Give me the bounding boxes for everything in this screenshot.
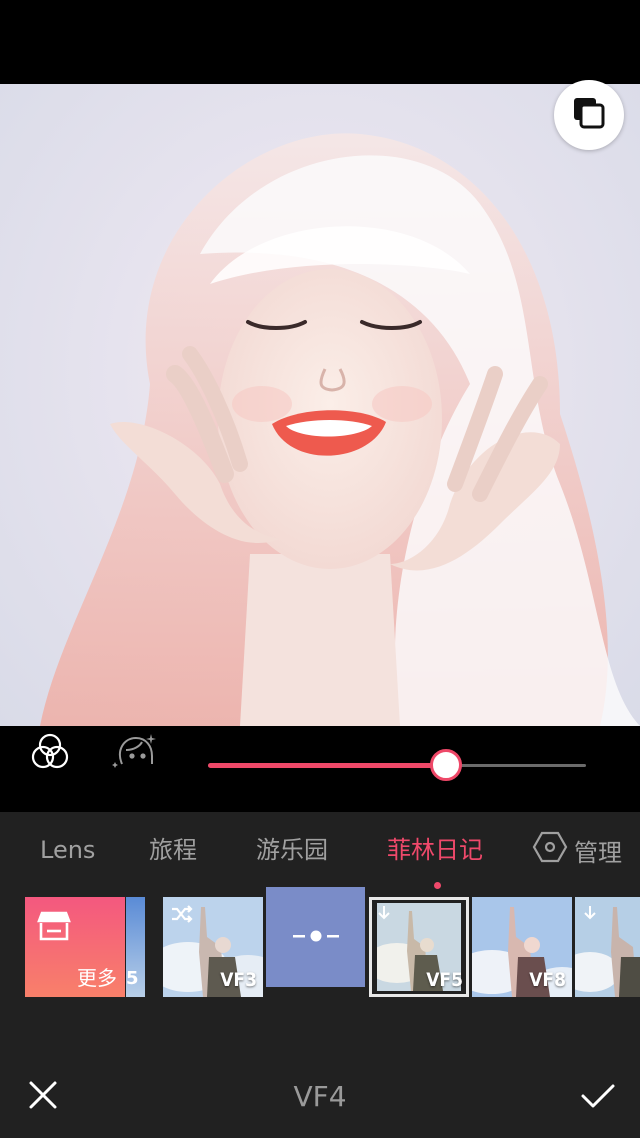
download-icon [377, 905, 391, 925]
photo-preview [0, 84, 640, 726]
check-icon [580, 1084, 616, 1114]
more-filters-label: 更多 [77, 966, 117, 990]
slider-thumb[interactable] [430, 749, 462, 781]
store-icon [37, 911, 71, 945]
filter-thumb-vf4-selected[interactable] [266, 887, 365, 987]
filter-thumb-vf3[interactable]: VF3 [163, 897, 263, 997]
filter-category-tabs: Lens 旅程 游乐园 菲林日记 管理 [0, 830, 640, 890]
filter-thumb-next[interactable] [575, 897, 640, 997]
filter-label: VF5 [426, 969, 463, 991]
confirm-button[interactable] [580, 1082, 616, 1114]
compare-layers-icon [571, 95, 607, 135]
filter-label: VF3 [220, 969, 257, 991]
download-icon [583, 905, 597, 925]
top-bar [0, 0, 640, 84]
slider-fill [208, 763, 446, 768]
filter-panel: Lens 旅程 游乐园 菲林日记 管理 更多 5 VF3 VF5 VF8 VF4 [0, 812, 640, 1138]
filter-thumb-vf5[interactable]: VF5 [369, 897, 469, 997]
current-filter-name: VF4 [293, 1080, 347, 1113]
more-filters-button[interactable]: 更多 [25, 897, 125, 997]
adjust-controls [0, 726, 640, 812]
filter-thumb-vf8[interactable]: VF8 [472, 897, 572, 997]
hexagon-settings-icon [532, 829, 568, 871]
shuffle-icon [171, 905, 193, 927]
intensity-slider[interactable] [208, 745, 586, 785]
tab-journey[interactable]: 旅程 [149, 830, 197, 870]
filter-strip[interactable]: 更多 5 VF3 VF5 VF8 [0, 887, 640, 1007]
bottom-action-bar: VF4 [0, 1064, 640, 1138]
filter-mode-button[interactable] [28, 730, 72, 778]
portrait-image [40, 133, 640, 726]
compare-button[interactable] [554, 80, 624, 150]
filter-circles-icon [28, 733, 72, 778]
manage-label: 管理 [574, 838, 622, 867]
tab-film-diary[interactable]: 菲林日记 [387, 830, 483, 870]
manage-button[interactable]: 管理 [532, 830, 622, 870]
face-beauty-icon [110, 734, 158, 780]
tab-amusement-park[interactable]: 游乐园 [256, 830, 328, 870]
partial-filter-thumb[interactable]: 5 [126, 897, 145, 997]
intensity-dots-icon [292, 928, 339, 947]
partial-filter-label: 5 [126, 968, 139, 989]
tab-lens[interactable]: Lens [40, 830, 95, 870]
filter-label: VF8 [529, 969, 566, 991]
beauty-mode-button[interactable] [110, 728, 158, 780]
